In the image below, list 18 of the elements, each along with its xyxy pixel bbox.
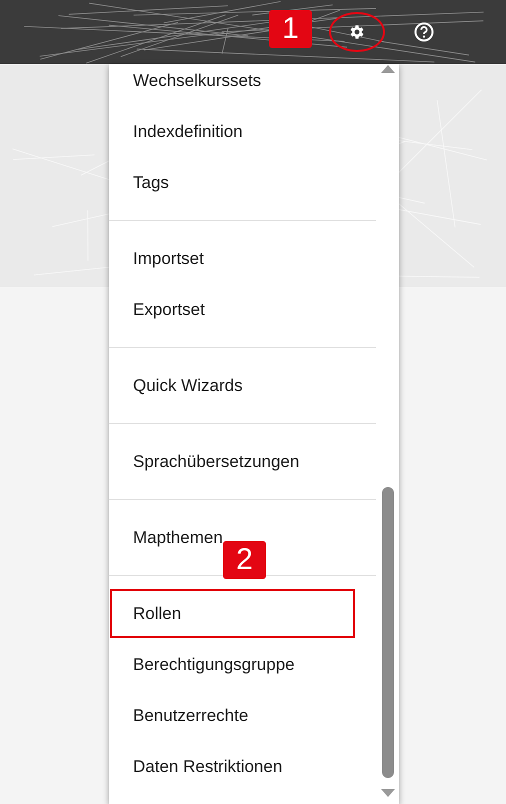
menu-item[interactable]: Rollen: [109, 588, 356, 639]
menu-item[interactable]: Indexdefinition: [109, 106, 243, 157]
scroll-down-icon[interactable]: [381, 788, 395, 798]
settings-icon: [348, 23, 366, 41]
menu-item[interactable]: Exportset: [109, 284, 205, 335]
menu-item[interactable]: Wechselkurssets: [109, 64, 262, 106]
menu-item[interactable]: Quick Wizards: [109, 360, 243, 411]
menu-item[interactable]: Berechtigungsgruppe: [109, 639, 295, 690]
settings-button[interactable]: [329, 12, 385, 52]
menu-item[interactable]: Mapthemen: [109, 512, 223, 563]
step-marker: 2: [223, 541, 266, 579]
menu-item[interactable]: Sprachübersetzungen: [109, 436, 300, 487]
menu-item[interactable]: Tags: [109, 157, 169, 208]
menu-item[interactable]: Importset: [109, 233, 204, 284]
menu-item[interactable]: Benutzerrechte: [109, 690, 248, 741]
step-marker: 1: [269, 10, 312, 48]
help-icon: [414, 22, 434, 42]
menu-item[interactable]: Daten Restriktionen: [109, 741, 282, 792]
